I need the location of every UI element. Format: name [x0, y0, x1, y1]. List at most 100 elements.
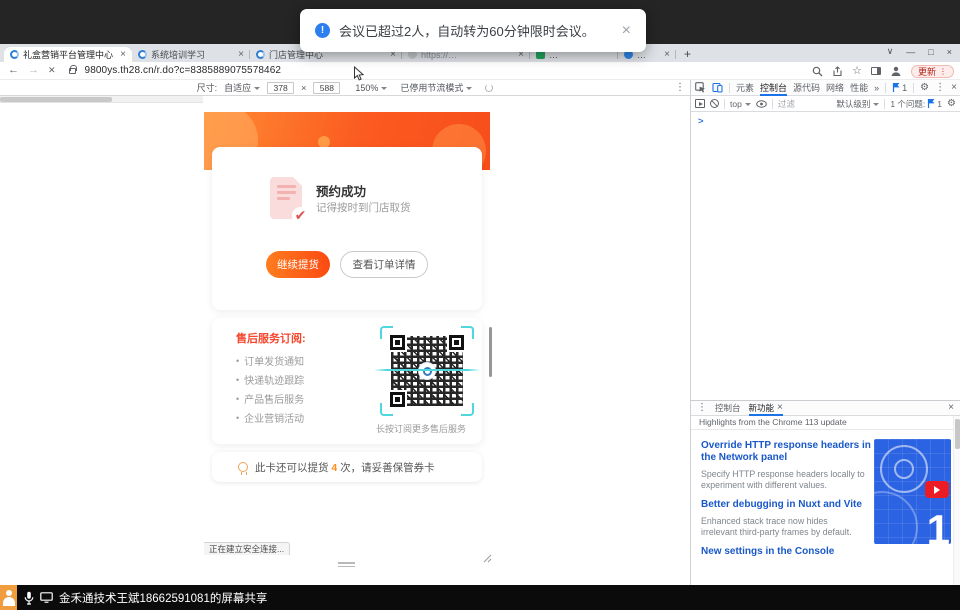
settings-gear-icon[interactable]: ⚙	[920, 83, 929, 93]
tab-close-icon[interactable]: ×	[120, 50, 126, 60]
bulb-icon	[238, 462, 248, 472]
tab-elements[interactable]: 元素	[736, 80, 754, 96]
context-select[interactable]: top	[730, 99, 751, 109]
update-label: 更新	[918, 65, 936, 78]
tab-performance[interactable]: 性能	[850, 80, 868, 96]
qr-code[interactable]	[380, 326, 474, 416]
throttle-select[interactable]: 已停用节流模式	[400, 81, 472, 94]
toast-close-icon[interactable]: ×	[622, 23, 631, 39]
check-icon: ✔	[292, 207, 309, 224]
device-canvas: ✔ 预约成功 记得按时到门店取货 继续提货 查看订单详情 售后服务订阅: •订单…	[0, 96, 690, 585]
minimize-icon[interactable]: —	[906, 47, 915, 57]
tab-network[interactable]: 网络	[826, 80, 844, 96]
clear-console-icon[interactable]	[710, 99, 719, 108]
more-tabs-icon[interactable]: »	[874, 80, 879, 96]
stop-icon[interactable]: ✕	[48, 66, 56, 75]
toast-message: 会议已超过2人，自动转为60分钟限时会议。	[339, 21, 595, 40]
lock-icon[interactable]	[69, 68, 76, 74]
console-settings-gear-icon[interactable]: ⚙	[947, 99, 956, 109]
console-output[interactable]: >	[691, 112, 960, 400]
continue-pickup-button[interactable]: 继续提货	[266, 251, 330, 278]
success-title: 预约成功	[316, 181, 366, 200]
devtools-close-icon[interactable]: ×	[951, 83, 957, 93]
whatsnew-link[interactable]: Better debugging in Nuxt and Vite	[701, 499, 873, 511]
bullet-icon: •	[236, 413, 239, 423]
mic-icon[interactable]	[24, 591, 34, 605]
tab-close-icon[interactable]: ×	[238, 50, 244, 60]
browser-tab-gift-platform[interactable]: 礼盒营销平台管理中心 ×	[4, 47, 132, 62]
bullet-icon: •	[236, 394, 239, 404]
devtools-menu-icon[interactable]: ⋮	[935, 83, 945, 93]
chrome-update-button[interactable]: 更新 ⋮	[911, 65, 954, 78]
viewport-height-input[interactable]	[313, 82, 340, 94]
tab-sources[interactable]: 源代码	[793, 80, 820, 96]
tab-close-icon[interactable]: ×	[664, 50, 670, 60]
forward-icon[interactable]: →	[28, 65, 39, 76]
inspect-element-icon[interactable]	[695, 82, 706, 93]
maximize-icon[interactable]: □	[928, 47, 933, 57]
whatsnew-content: Override HTTP response headers in the Ne…	[691, 430, 960, 585]
meeting-toast: ! 会议已超过2人，自动转为60分钟限时会议。 ×	[300, 9, 646, 52]
bullet-icon: •	[236, 356, 239, 366]
viewport-width-input[interactable]	[267, 82, 294, 94]
youtube-play-icon[interactable]	[925, 481, 949, 498]
drawer-tab-close-icon[interactable]: ×	[777, 403, 783, 413]
drawer-tab-console[interactable]: 控制台	[715, 401, 741, 416]
url-text[interactable]: 9800ys.th28.cn/r.do?c=8385889075578462	[85, 65, 281, 76]
device-toolbar-toggle-icon[interactable]	[712, 82, 723, 93]
device-bar-menu-icon[interactable]: ⋮	[675, 82, 685, 93]
dimensions-label: 尺寸:	[197, 81, 218, 94]
tab-search-icon[interactable]: ∨	[887, 46, 894, 57]
window-close-icon[interactable]: ×	[947, 47, 952, 57]
chevron-down-icon	[745, 103, 751, 106]
whatsnew-link[interactable]: Override HTTP response headers in the Ne…	[701, 440, 873, 464]
success-subtitle: 记得按时到门店取货	[316, 200, 411, 215]
list-item: •订单发货通知	[236, 351, 304, 370]
viewport-resize-handle[interactable]	[338, 562, 355, 569]
log-level-select[interactable]: 默认级别	[836, 98, 879, 110]
drawer-tab-whatsnew[interactable]: 新功能 ×	[749, 401, 783, 416]
tab-title: 系统培训学习	[151, 48, 232, 61]
eye-icon[interactable]	[756, 100, 767, 108]
tab-favicon	[256, 50, 265, 59]
chevron-down-icon	[466, 87, 472, 90]
device-mode-toolbar: 尺寸: 自适应 × 150% 已停用节流模式 ⋮	[0, 80, 690, 96]
drawer-tab-bar: ⋮ 控制台 新功能 × ×	[691, 401, 960, 416]
bookmark-star-icon[interactable]: ☆	[852, 66, 862, 77]
canvas-hscrollbar[interactable]	[0, 96, 203, 103]
drawer-menu-icon[interactable]: ⋮	[697, 403, 707, 413]
times-label: ×	[301, 83, 306, 93]
issues-link[interactable]: 1 个问题: 1	[890, 98, 942, 110]
decor-ring	[874, 491, 918, 544]
side-panel-icon[interactable]	[871, 67, 881, 75]
viewport-corner-resize[interactable]	[483, 550, 492, 568]
list-item: •产品售后服务	[236, 389, 304, 408]
share-icon[interactable]	[832, 66, 843, 77]
back-icon[interactable]: ←	[8, 65, 19, 76]
zoom-search-icon[interactable]	[812, 66, 823, 77]
tab-console[interactable]: 控制台	[760, 80, 787, 96]
chrome-113-artwork[interactable]: 1	[874, 439, 951, 544]
console-filter-input[interactable]	[778, 99, 832, 109]
tab-title: 礼盒营销平台管理中心	[23, 48, 114, 61]
profile-avatar-icon[interactable]	[890, 65, 902, 77]
console-sidebar-icon[interactable]	[695, 99, 705, 108]
screen-share-bar: 金禾通技术王斌18662591081的屏幕共享	[0, 585, 960, 610]
console-prompt[interactable]: >	[698, 116, 704, 127]
screen-share-icon[interactable]	[40, 592, 53, 603]
dimensions-mode-select[interactable]: 自适应	[224, 81, 260, 94]
browser-menu-dots-icon: ⋮	[939, 67, 947, 76]
subscribe-card: 售后服务订阅: •订单发货通知 •快递轨迹跟踪 •产品售后服务 •企业营销活动	[212, 318, 482, 444]
drawer-close-icon[interactable]: ×	[948, 403, 954, 413]
viewport-vscrollbar-thumb[interactable]	[489, 327, 492, 377]
new-tab-button[interactable]: +	[684, 47, 691, 61]
mouse-cursor-icon	[353, 66, 365, 87]
canvas-hscrollbar-thumb[interactable]	[0, 97, 112, 102]
devtools-panel: 元素 控制台 源代码 网络 性能 » 1 ⚙ ⋮ ×	[690, 80, 960, 585]
drawer-scrollbar-thumb[interactable]	[955, 419, 960, 449]
whatsnew-link[interactable]: New settings in the Console	[701, 546, 873, 558]
browser-tab-training[interactable]: 系统培训学习 ×	[132, 47, 250, 62]
issues-chip[interactable]: 1	[892, 83, 907, 93]
view-order-button[interactable]: 查看订单详情	[340, 251, 428, 278]
drawer-scrollbar[interactable]	[953, 416, 960, 585]
